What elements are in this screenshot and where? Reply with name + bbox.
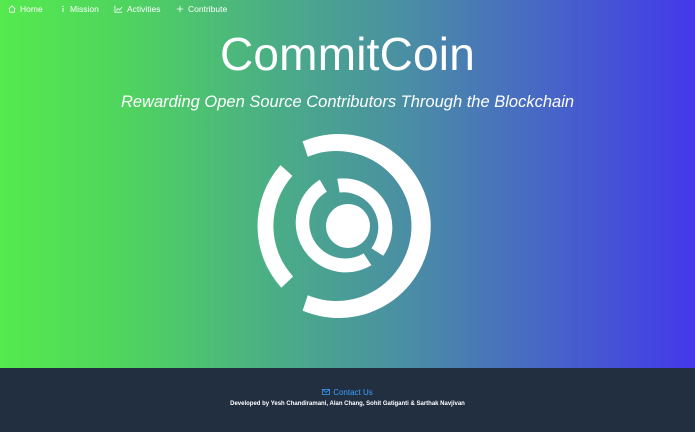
nav-activities-link[interactable]: Activities bbox=[114, 3, 161, 15]
nav-mission-label: Mission bbox=[70, 4, 99, 14]
nav-contribute-label: Contribute bbox=[188, 4, 228, 14]
home-icon bbox=[8, 5, 16, 13]
chart-icon bbox=[114, 5, 123, 13]
nav-contribute-link[interactable]: Contribute bbox=[176, 3, 227, 15]
mail-icon bbox=[322, 388, 330, 397]
top-nav: Home Mission Activities Contribute bbox=[0, 0, 695, 18]
credits-text: Developed by Yesh Chandiramani, Alan Cha… bbox=[230, 401, 465, 407]
nav-home-label: Home bbox=[20, 4, 43, 14]
page-title: CommitCoin bbox=[219, 28, 476, 80]
contact-us-link[interactable]: Contact Us bbox=[0, 388, 695, 397]
contact-us-label: Contact Us bbox=[333, 388, 373, 397]
commitcoin-logo-icon bbox=[254, 133, 442, 319]
footer: Contact Us Developed by Yesh Chandiraman… bbox=[0, 368, 695, 432]
hero-section: Home Mission Activities Contribute Commi… bbox=[0, 0, 695, 368]
nav-home-link[interactable]: Home bbox=[8, 3, 43, 15]
nav-activities-label: Activities bbox=[127, 4, 161, 14]
page-subtitle: Rewarding Open Source Contributors Throu… bbox=[120, 93, 575, 111]
nav-mission-link[interactable]: Mission bbox=[60, 3, 99, 15]
plus-icon bbox=[176, 5, 184, 13]
info-icon bbox=[60, 5, 66, 13]
